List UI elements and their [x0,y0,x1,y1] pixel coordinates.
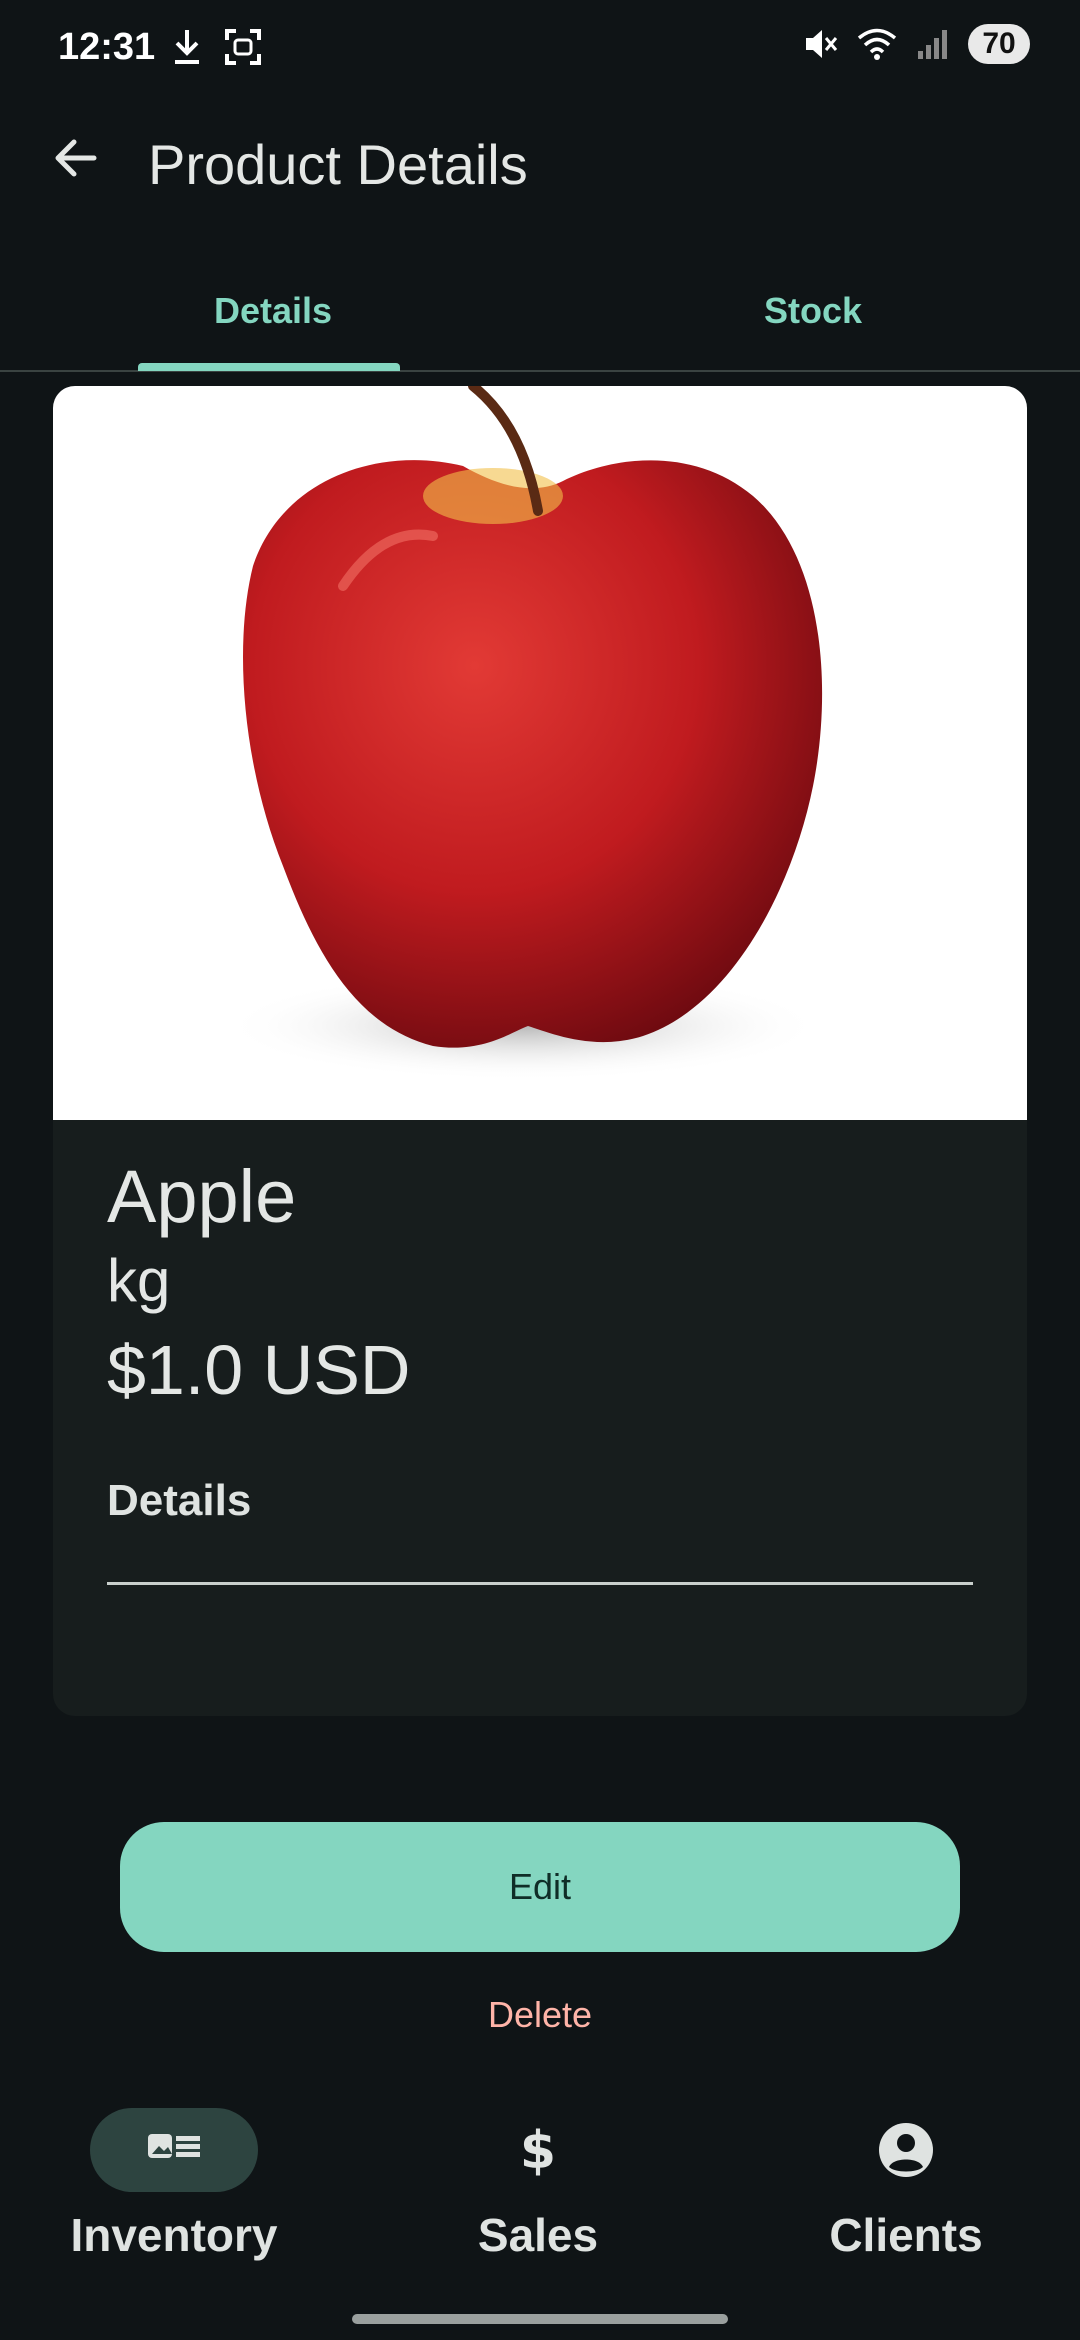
mute-icon [806,30,838,58]
nav-inventory[interactable]: Inventory [30,2108,330,2278]
tab-bar: Details Stock [0,272,1080,372]
nav-label-inventory: Inventory [70,2209,278,2261]
nav-label-sales: Sales [477,2209,599,2261]
download-icon [175,30,199,64]
product-unit: kg [107,1247,171,1314]
status-right-icons: 70 [802,24,1030,64]
product-name: Apple [107,1155,297,1238]
nav-clients[interactable]: Clients [762,2108,1062,2278]
product-image [53,386,1027,1120]
tab-indicator [138,363,400,371]
delete-button[interactable]: Delete [0,1994,1080,2036]
product-card: Apple kg $1.0 USD Details [53,386,1027,1716]
edit-button[interactable]: Edit [120,1822,960,1952]
battery-level: 70 [968,24,1030,64]
back-button[interactable] [48,130,104,186]
status-left-icons [170,28,262,66]
tab-details[interactable]: Details [214,290,332,332]
tab-stock[interactable]: Stock [764,290,862,332]
details-label: Details [107,1476,252,1525]
page-title: Product Details [148,133,528,196]
arrow-back-icon [55,139,97,177]
screenshot-icon [225,29,261,65]
wifi-icon [857,28,897,60]
nav-label-clients: Clients [829,2209,983,2261]
signal-icon [918,30,947,59]
product-price: $1.0 USD [107,1331,411,1409]
home-indicator[interactable] [352,2314,728,2324]
apple-image [223,386,823,1081]
nav-sales[interactable]: $ Sales [394,2108,694,2278]
status-time: 12:31 [58,26,156,68]
dollar-icon: $ [520,2121,556,2180]
details-field [107,1582,973,1585]
account-circle-icon [879,2123,933,2177]
svg-text:$: $ [520,2121,556,2180]
inventory-icon [148,2134,200,2158]
